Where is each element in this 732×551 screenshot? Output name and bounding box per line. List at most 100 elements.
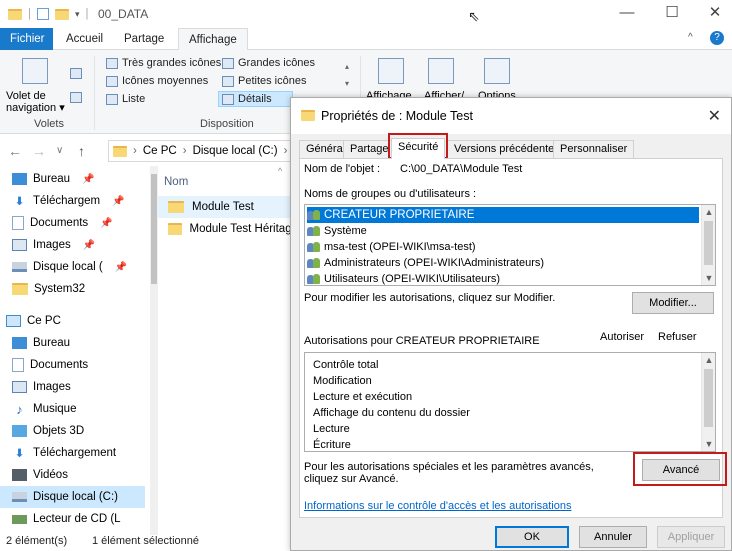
sort-by-icon[interactable] <box>378 58 404 84</box>
navigation-pane-icon[interactable] <box>22 58 48 84</box>
scrollbar-thumb[interactable] <box>704 369 713 427</box>
permission-row: Affichage du contenu du dossier <box>313 407 470 419</box>
scroll-down-icon[interactable]: ▼ <box>702 271 715 285</box>
pin-icon: 📌 <box>100 217 113 229</box>
cancel-button[interactable]: Annuler <box>579 526 647 548</box>
medium-icons-icon <box>106 75 118 87</box>
extra-large-icons-icon <box>106 57 118 69</box>
nav-item-pc-local-disk[interactable]: Disque local (C:) <box>0 486 145 508</box>
file-list: Nom ^ Module Test Module Test Héritage <box>158 166 298 535</box>
navigation-pane-button[interactable]: Volet de navigation ▾ <box>6 90 66 114</box>
file-row[interactable]: Module Test Héritage <box>158 218 298 240</box>
layout-medium-icons[interactable]: Icônes moyennes <box>106 75 208 87</box>
groups-scrollbar[interactable]: ▲ ▼ <box>701 205 715 285</box>
folder-icon <box>301 110 315 121</box>
scrollbar-thumb[interactable] <box>151 174 157 284</box>
list-item[interactable]: CREATEUR PROPRIETAIRE <box>307 207 699 223</box>
dialog-close-icon[interactable]: ✕ <box>708 106 721 126</box>
computer-icon <box>6 315 21 327</box>
details-icon <box>222 93 234 105</box>
properties-checkbox-icon[interactable] <box>37 8 49 20</box>
permission-row: Écriture <box>313 439 351 451</box>
access-control-info-link[interactable]: Informations sur le contrôle d'accès et … <box>304 500 571 512</box>
layout-small-icons[interactable]: Petites icônes <box>222 75 306 87</box>
permissions-scrollbar[interactable]: ▲ ▼ <box>701 353 715 451</box>
tab-share[interactable]: Partage <box>114 28 174 50</box>
customize-toolbar-icon[interactable]: ▾ <box>75 9 80 20</box>
nav-item-pc-videos[interactable]: Vidéos <box>12 464 68 486</box>
column-header-name[interactable]: Nom <box>164 176 188 188</box>
nav-item-quick-desktop[interactable]: Bureau 📌 <box>12 168 95 190</box>
tab-previous-versions[interactable]: Versions précédentes <box>447 140 567 158</box>
maximize-button[interactable]: ☐ <box>657 2 687 24</box>
modify-hint: Pour modifier les autorisations, cliquez… <box>304 292 556 304</box>
options-icon[interactable] <box>484 58 510 84</box>
nav-item-pc-desktop[interactable]: Bureau <box>12 332 70 354</box>
nav-item-this-pc[interactable]: Ce PC <box>6 310 61 332</box>
nav-item-pc-music[interactable]: ♪ Musique <box>12 398 76 420</box>
tab-home[interactable]: Accueil <box>56 28 113 50</box>
list-item[interactable]: Utilisateurs (OPEI-WIKI\Utilisateurs) <box>307 271 504 285</box>
tab-security[interactable]: Sécurité <box>391 138 446 159</box>
tab-customize[interactable]: Personnaliser <box>553 140 635 158</box>
nav-item-pc-images[interactable]: Images <box>12 376 71 398</box>
nav-item-quick-images[interactable]: Images 📌 <box>12 234 95 256</box>
groups-listbox[interactable]: CREATEUR PROPRIETAIRE Système msa-test (… <box>304 204 716 286</box>
nav-item-quick-system32[interactable]: System32 <box>12 278 85 300</box>
ribbon-collapse-icon[interactable]: ^ <box>688 32 693 43</box>
nav-item-quick-downloads[interactable]: ⬇ Téléchargem 📌 <box>12 190 125 212</box>
quick-access-toolbar: | ▾ | <box>8 6 89 22</box>
nav-item-pc-3d-objects[interactable]: Objets 3D <box>12 420 84 442</box>
nav-item-pc-documents[interactable]: Documents <box>12 354 88 376</box>
recent-locations-icon[interactable]: ∨ <box>56 145 63 156</box>
layout-details[interactable]: Détails <box>218 91 293 107</box>
dialog-title: Propriétés de : Module Test <box>321 109 473 123</box>
list-item[interactable]: Système <box>307 223 371 239</box>
new-folder-icon[interactable] <box>55 8 69 20</box>
details-pane-icon[interactable] <box>70 92 82 103</box>
permissions-for-label: Autorisations pour CREATEUR PROPRIETAIRE <box>304 335 540 347</box>
users-icon <box>307 225 321 237</box>
layout-large-icons[interactable]: Grandes icônes <box>222 57 315 69</box>
tab-view[interactable]: Affichage <box>178 28 248 50</box>
3d-objects-icon <box>12 425 27 437</box>
breadcrumb-this-pc[interactable]: Ce PC <box>143 145 177 157</box>
back-arrow-icon[interactable]: ← <box>8 143 22 159</box>
scroll-up-icon[interactable]: ▲ <box>702 353 715 367</box>
permission-row: Contrôle total <box>313 359 379 371</box>
permissions-listbox[interactable]: Contrôle total Modification Lecture et e… <box>304 352 716 452</box>
nav-item-pc-cd-drive[interactable]: Lecteur de CD (L <box>12 508 121 530</box>
nav-item-pc-downloads[interactable]: ⬇ Téléchargement <box>12 442 116 464</box>
scroll-down-icon[interactable]: ▼ <box>702 437 715 451</box>
modify-button[interactable]: Modifier... <box>632 292 714 314</box>
ok-button[interactable]: OK <box>495 526 569 548</box>
show-hide-icon[interactable] <box>428 58 454 84</box>
help-icon[interactable]: ? <box>710 31 724 45</box>
scrollbar-thumb[interactable] <box>704 221 713 265</box>
address-bar[interactable]: › Ce PC › Disque local (C:) › <box>108 140 308 162</box>
up-arrow-icon[interactable]: ↑ <box>78 143 85 159</box>
scroll-up-icon[interactable]: ▲ <box>702 205 715 219</box>
users-icon <box>307 273 321 285</box>
list-item[interactable]: msa-test (OPEI-WIKI\msa-test) <box>307 239 480 255</box>
file-row[interactable]: Module Test <box>158 196 298 218</box>
close-button[interactable]: ✕ <box>700 2 730 24</box>
minimize-button[interactable]: — <box>612 2 642 24</box>
nav-item-quick-local-disk[interactable]: Disque local (📌 <box>12 256 127 278</box>
layout-extra-large-icons[interactable]: Très grandes icônes <box>106 57 221 69</box>
download-icon: ⬇ <box>14 196 25 208</box>
preview-pane-icon[interactable] <box>70 68 82 79</box>
list-item[interactable]: Administrateurs (OPEI-WIKI\Administrateu… <box>307 255 548 271</box>
address-bar-row: ← → ∨ ↑ › Ce PC › Disque local (C:) › <box>0 136 308 166</box>
images-icon <box>12 239 27 251</box>
forward-arrow-icon[interactable]: → <box>32 143 46 159</box>
navigation-pane-scrollbar[interactable] <box>150 166 158 535</box>
apply-button[interactable]: Appliquer <box>657 526 725 548</box>
breadcrumb-local-disk[interactable]: Disque local (C:) <box>193 145 278 157</box>
layout-list[interactable]: Liste <box>106 93 145 105</box>
folder-icon <box>168 201 184 213</box>
selection-count: 1 élément sélectionné <box>92 535 200 547</box>
permission-row: Lecture et exécution <box>313 391 413 403</box>
tab-file[interactable]: Fichier <box>0 28 53 50</box>
nav-item-quick-documents[interactable]: Documents 📌 <box>12 212 113 234</box>
